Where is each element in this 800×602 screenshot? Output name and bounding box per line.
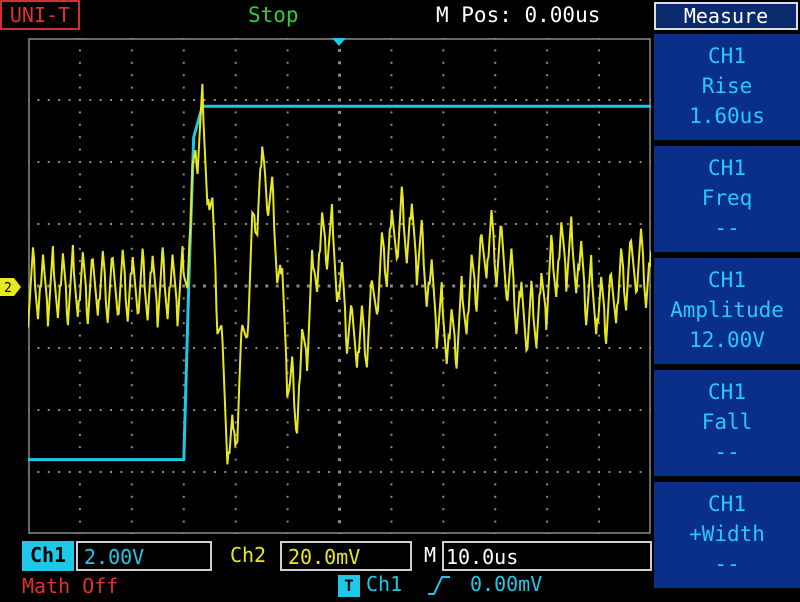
measure-menu-title[interactable]: Measure [654,2,798,30]
ch1-label[interactable]: Ch1 [22,541,74,571]
measure-name: Freq [701,186,753,210]
measure-channel: CH1 [708,380,746,404]
measure-channel: CH1 [708,44,746,68]
math-status: Math Off [22,574,119,598]
measure-channel: CH1 [708,268,746,292]
rising-edge-icon [428,576,450,595]
brand-logo: UNI-T [0,0,80,30]
measure-item-amplitude[interactable]: CH1 Amplitude 12.00V [654,258,800,364]
measure-value: -- [714,440,740,464]
trigger-position-icon [332,38,346,46]
measure-name: +Width [689,522,765,546]
ch2-label[interactable]: Ch2 [220,541,276,571]
timebase-label: M [423,543,437,567]
measure-name: Fall [701,410,753,434]
measure-value: 12.00V [689,328,765,352]
waveform-display[interactable] [28,38,651,534]
trigger-level: 0.00mV [470,572,543,596]
measure-value: 1.60us [689,104,765,128]
measure-item-pos-width[interactable]: CH1 +Width -- [654,482,800,588]
measure-item-rise[interactable]: CH1 Rise 1.60us [654,34,800,140]
measure-item-fall[interactable]: CH1 Fall -- [654,370,800,476]
measure-name: Rise [701,74,753,98]
measure-value: -- [714,552,740,576]
measure-channel: CH1 [708,156,746,180]
measure-channel: CH1 [708,492,746,516]
measure-item-freq[interactable]: CH1 Freq -- [654,146,800,252]
horizontal-position: M Pos: 0.00us [436,3,601,27]
ch2-volts-per-div: 20.0mV [280,541,412,571]
ch1-volts-per-div: 2.00V [76,541,212,571]
channel-marker-icon[interactable]: 2 [0,277,22,297]
run-status[interactable]: Stop [248,0,318,30]
measure-value: -- [714,216,740,240]
timebase-scale: 10.0us [442,541,652,571]
measure-name: Amplitude [670,298,784,322]
trigger-source: Ch1 [366,572,403,596]
svg-text:2: 2 [4,281,12,296]
trigger-badge: T [338,575,360,597]
